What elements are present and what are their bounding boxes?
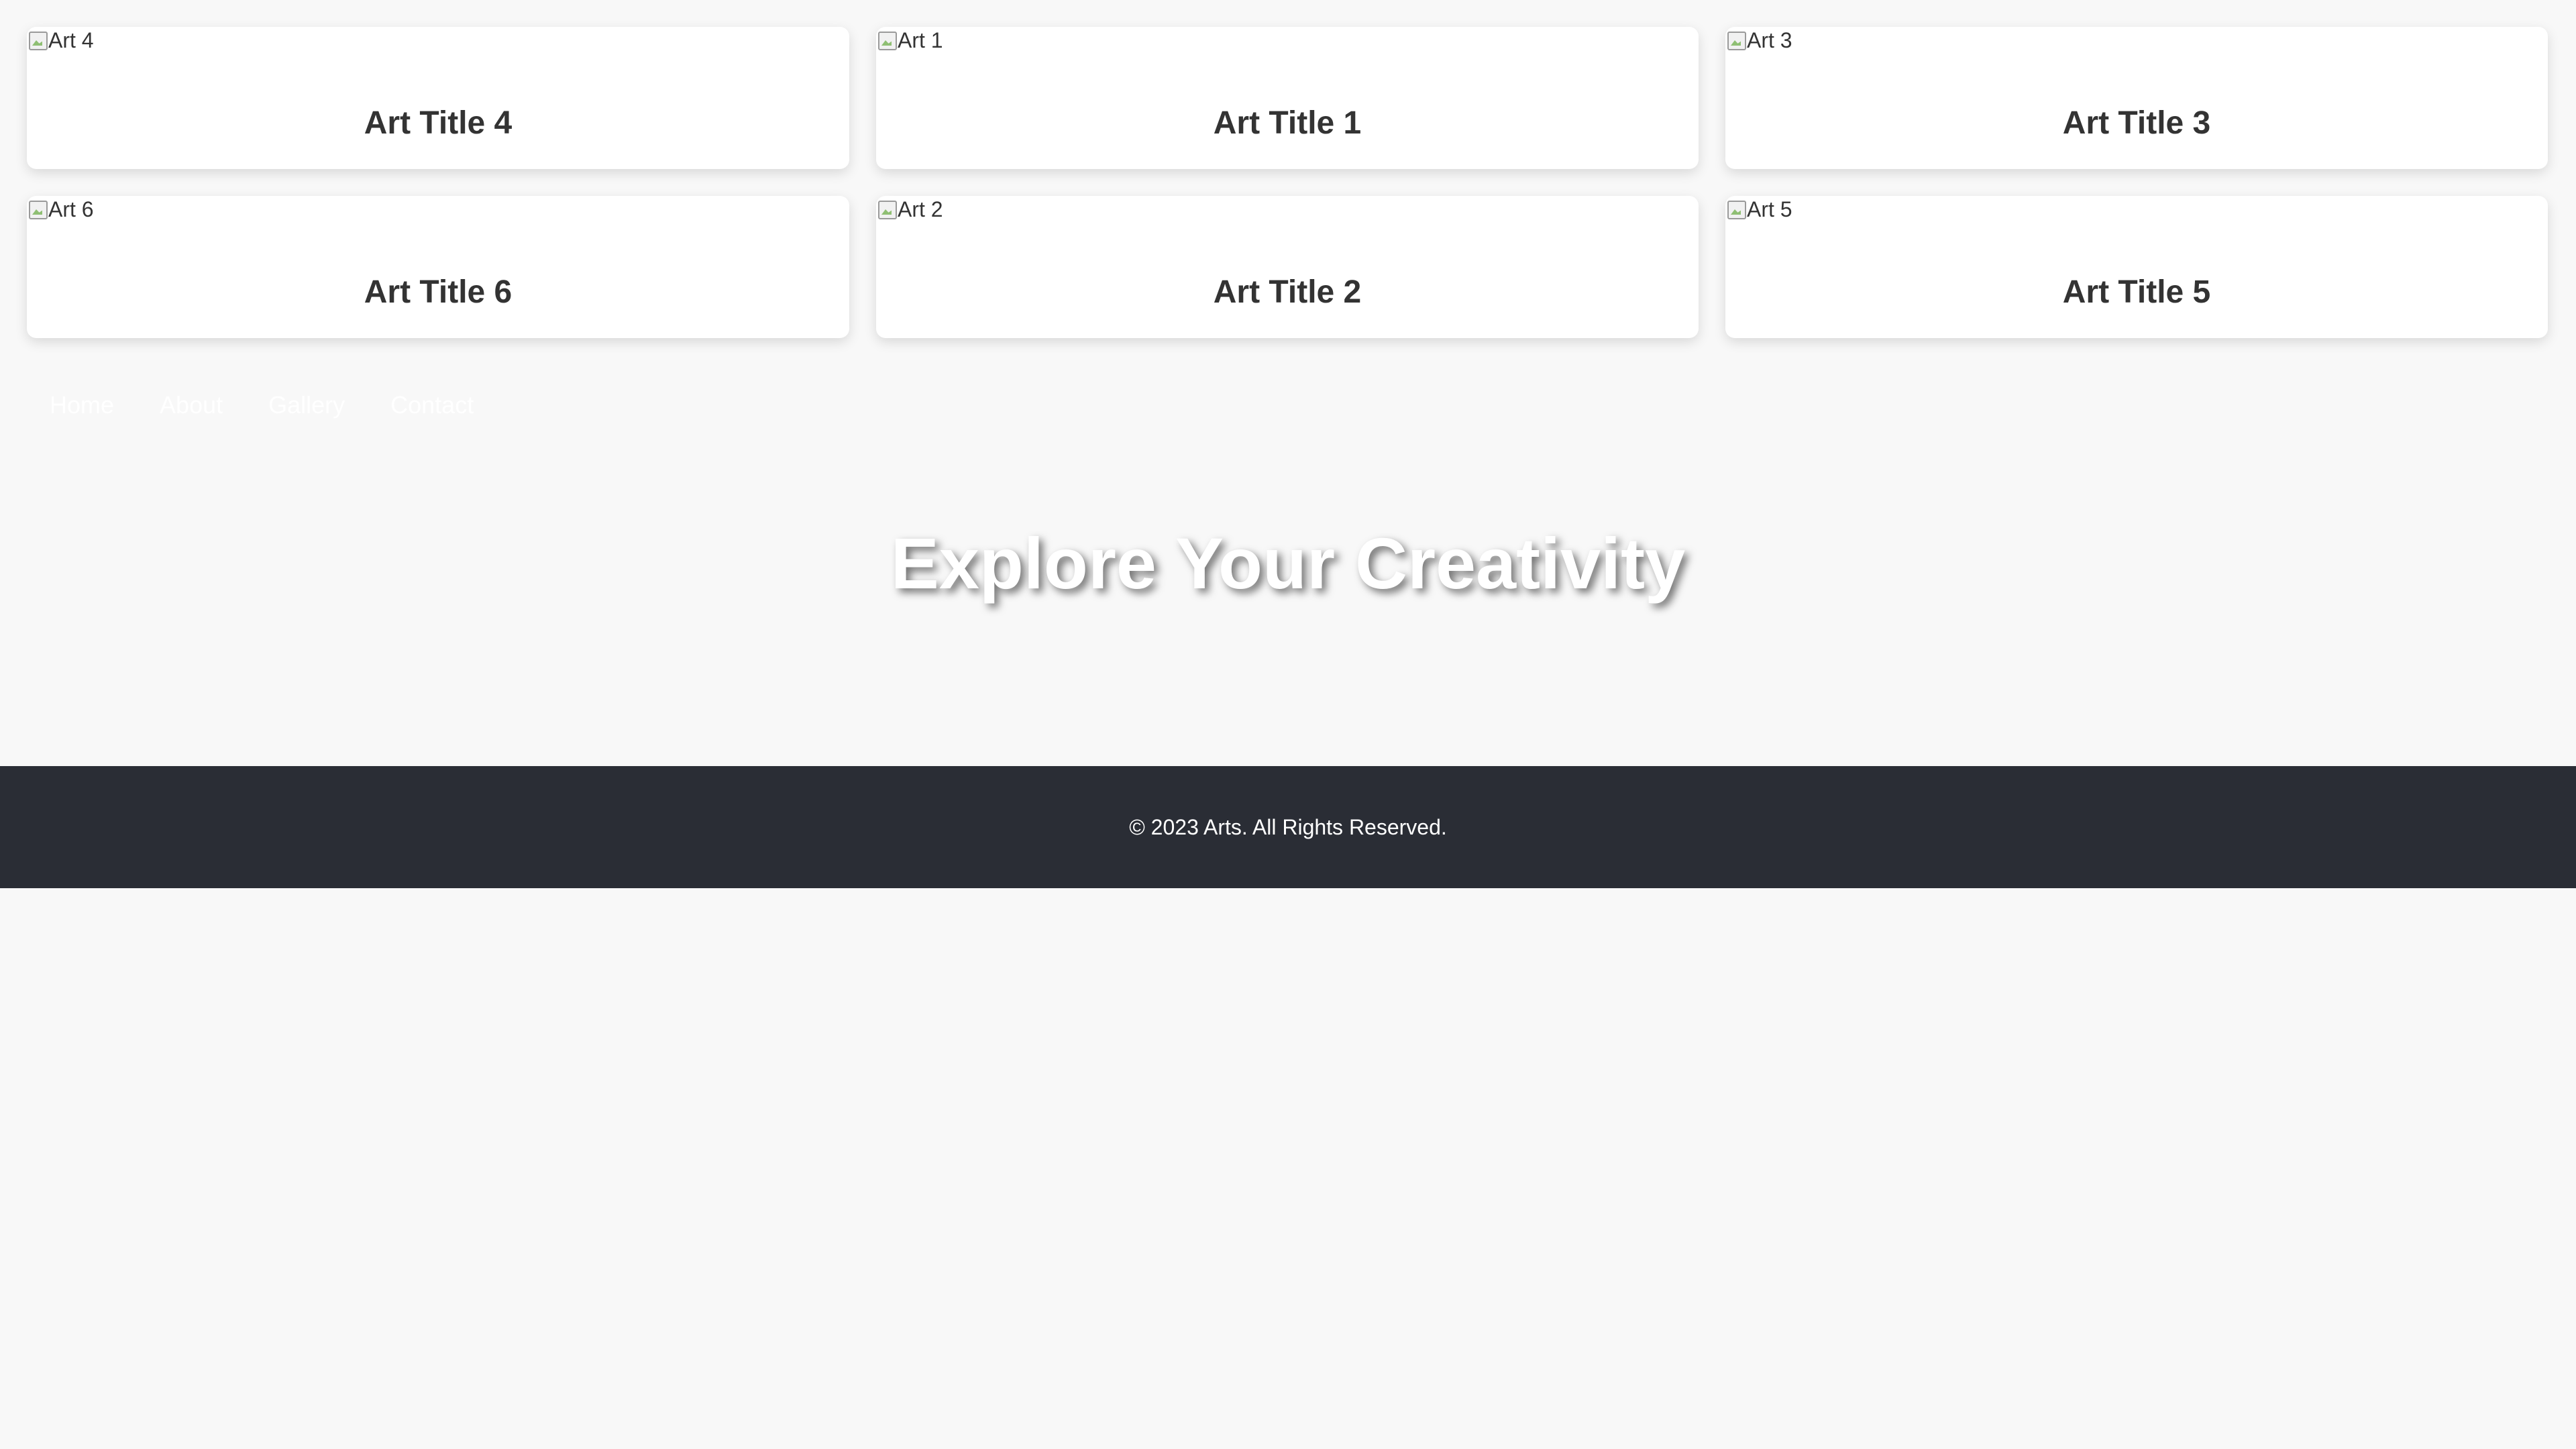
art-title: Art Title 5	[2062, 274, 2211, 310]
art-title: Art Title 6	[364, 274, 513, 310]
nav-link-contact[interactable]: Contact	[368, 389, 496, 421]
footer-copyright: © 2023 Arts. All Rights Reserved.	[1129, 814, 1447, 839]
site-footer: © 2023 Arts. All Rights Reserved.	[0, 766, 2576, 888]
art-image-alt: Art 3	[1747, 28, 1792, 52]
art-card[interactable]: Art 6 Art Title 6	[27, 196, 849, 338]
art-image: Art 3	[1725, 27, 1792, 54]
art-title: Art Title 4	[364, 105, 513, 141]
art-card[interactable]: Art 1 Art Title 1	[876, 27, 1699, 169]
broken-image-icon	[1725, 30, 1747, 51]
art-image-alt: Art 2	[898, 197, 943, 221]
art-title: Art Title 3	[2062, 105, 2211, 141]
art-image: Art 2	[876, 196, 943, 223]
art-image: Art 1	[876, 27, 943, 54]
art-card[interactable]: Art 5 Art Title 5	[1725, 196, 2548, 338]
broken-image-icon	[876, 199, 898, 220]
art-gallery: Art 4 Art Title 4 Art 1 Art Title 1 Art …	[27, 27, 2549, 338]
art-image-alt: Art 6	[48, 197, 94, 221]
main-nav: Home About Gallery Contact	[27, 389, 496, 421]
art-card[interactable]: Art 3 Art Title 3	[1725, 27, 2548, 169]
art-title: Art Title 1	[1213, 105, 1362, 141]
art-image: Art 4	[27, 27, 94, 54]
broken-image-icon	[876, 30, 898, 51]
art-image: Art 5	[1725, 196, 1792, 223]
broken-image-icon	[1725, 199, 1747, 220]
art-card[interactable]: Art 2 Art Title 2	[876, 196, 1699, 338]
art-image-alt: Art 5	[1747, 197, 1792, 221]
nav-link-gallery[interactable]: Gallery	[246, 389, 368, 421]
art-image-alt: Art 4	[48, 28, 94, 52]
broken-image-icon	[27, 199, 48, 220]
nav-link-home[interactable]: Home	[27, 389, 137, 421]
hero-title: Explore Your Creativity	[890, 523, 1686, 604]
art-image: Art 6	[27, 196, 94, 223]
nav-link-about[interactable]: About	[137, 389, 246, 421]
broken-image-icon	[27, 30, 48, 51]
art-card[interactable]: Art 4 Art Title 4	[27, 27, 849, 169]
art-title: Art Title 2	[1213, 274, 1362, 310]
art-image-alt: Art 1	[898, 28, 943, 52]
